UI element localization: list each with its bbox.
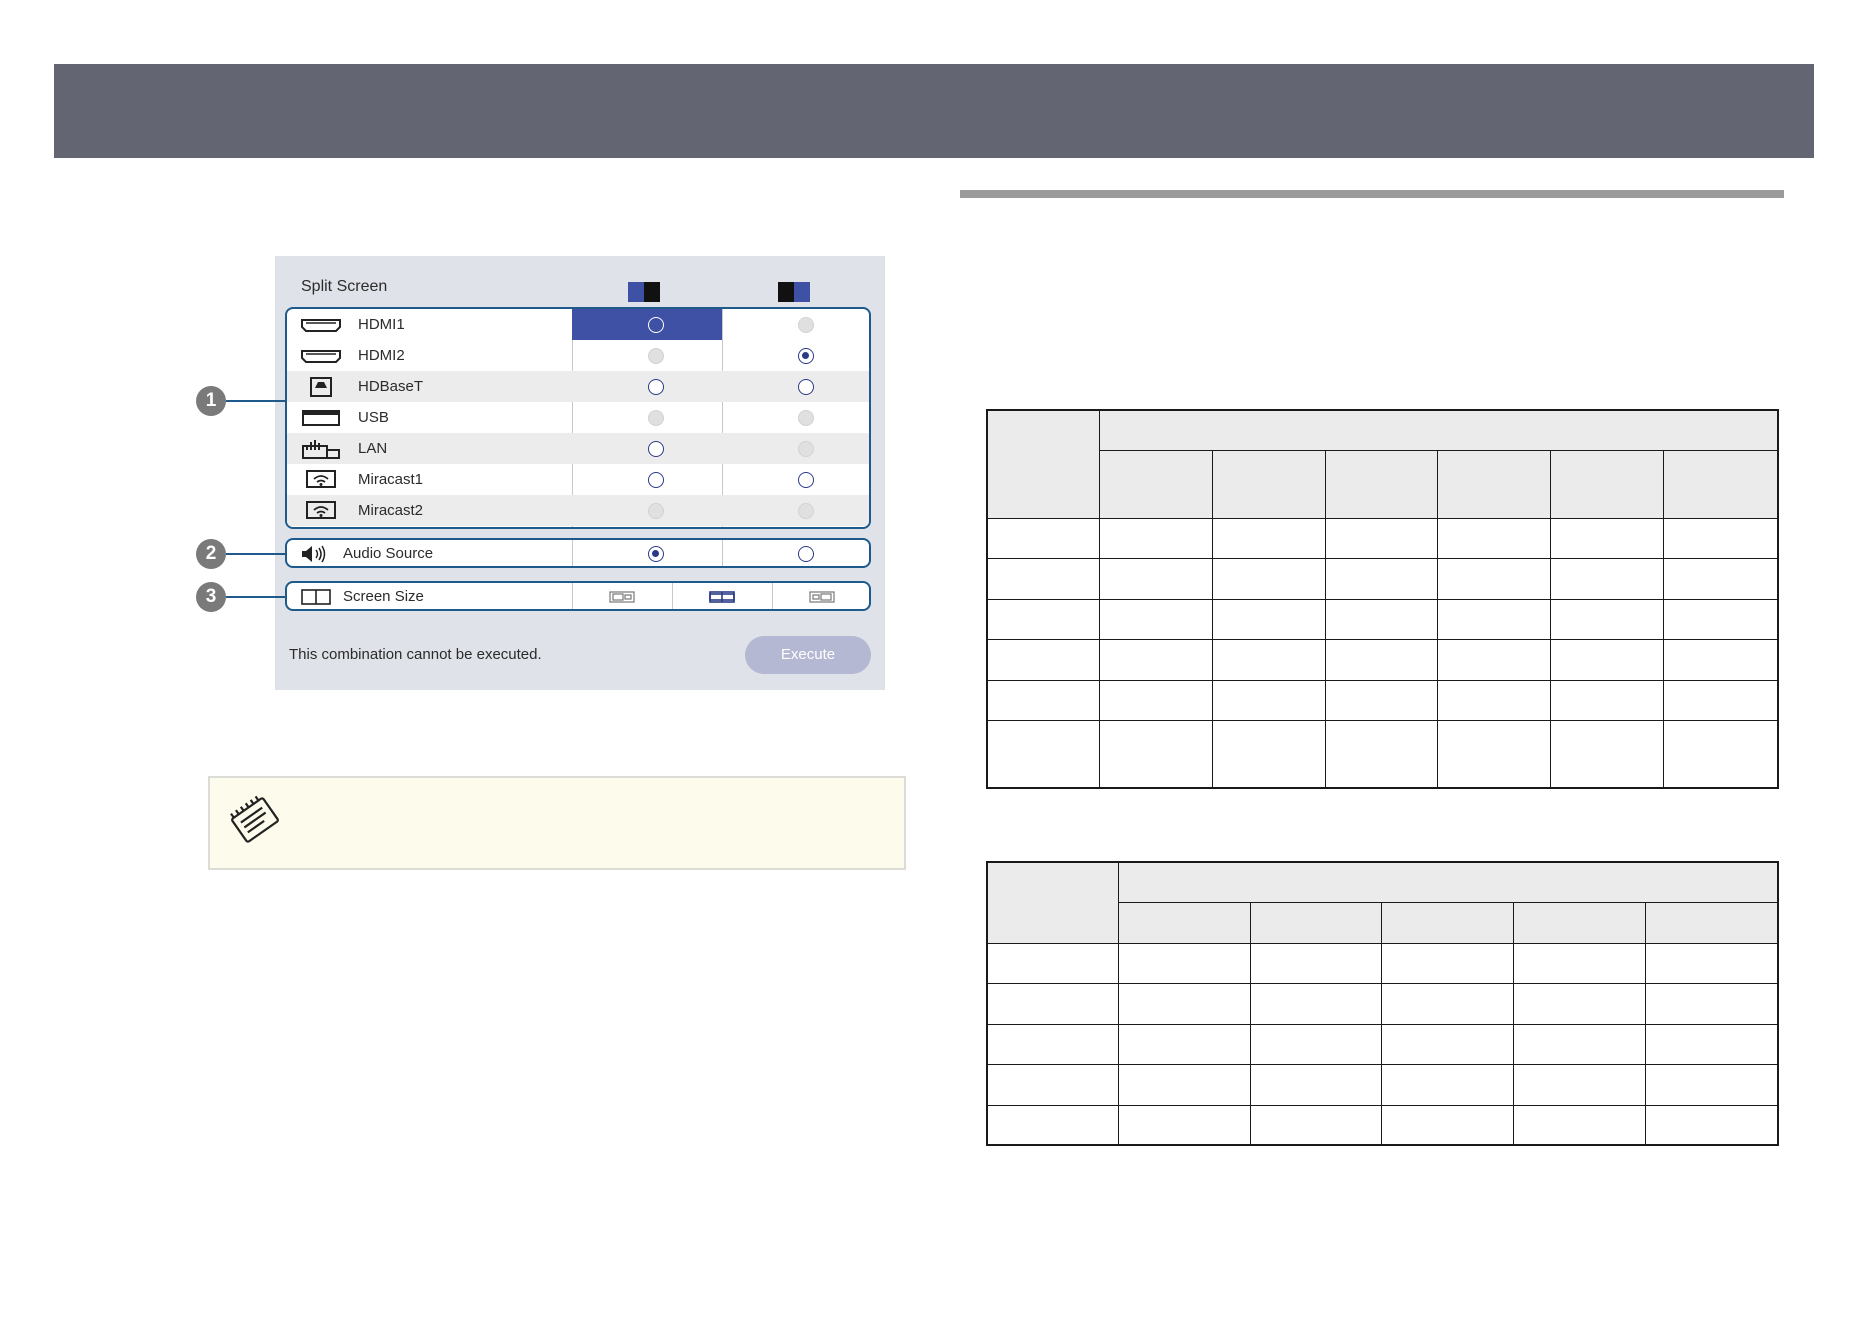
table-row [986,719,1779,789]
size-equal-icon[interactable] [709,591,735,603]
wifi-screen-icon [306,501,336,519]
audio-radio-left[interactable] [648,546,664,562]
callout-line-1 [226,400,286,402]
table-1-col-header [1662,449,1779,519]
table-row [986,1104,1779,1146]
radio-left[interactable] [648,379,664,395]
screen-size-icon [301,589,331,605]
callout-3: 3 [196,582,226,612]
hdbaset-icon [310,377,332,397]
radio-right[interactable] [798,472,814,488]
source-label: Miracast2 [358,502,424,519]
lan-icon [302,440,340,459]
execute-button[interactable]: Execute [745,636,871,674]
table-row [986,982,1779,1025]
left-screen-highlight-icon [628,282,660,302]
table-2-col-header [1644,901,1779,944]
status-message: This combination cannot be executed. [289,646,542,663]
table-2-col-header [1381,901,1515,944]
size-left-larger-icon[interactable] [609,591,635,603]
split-screen-panel: Split Screen HDMI1 HDMI2 HDBaseT USB LAN… [275,256,885,690]
radio-left[interactable] [648,503,664,519]
table-2-col-header [1118,901,1251,944]
table-2-col-header [1513,901,1646,944]
wifi-screen-icon [306,470,336,488]
source-row-hdbaset[interactable]: HDBaseT [287,371,869,402]
right-screen-highlight-icon [778,282,810,302]
table-row [986,638,1779,681]
callout-line-3 [226,596,286,598]
source-row-lan[interactable]: LAN [287,433,869,464]
source-label: Miracast1 [358,471,424,488]
callout-2: 2 [196,539,226,569]
table-1 [986,409,1779,789]
table-1-col-header [1550,449,1664,519]
source-label: HDBaseT [358,378,424,395]
callout-1: 1 [196,386,226,416]
size-right-larger-icon[interactable] [809,591,835,603]
table-1-col-header [1099,449,1213,519]
table-1-corner-header [986,409,1101,519]
screen-size-label: Screen Size [343,588,424,605]
radio-left[interactable] [648,410,664,426]
source-label: LAN [358,440,388,457]
table-row [986,679,1779,721]
source-row-miracast1[interactable]: Miracast1 [287,464,869,495]
radio-right[interactable] [798,379,814,395]
source-label: USB [358,409,389,426]
source-list: HDMI1 HDMI2 HDBaseT USB LAN Miracast1 Mi… [285,307,871,529]
table-1-group-header [1099,409,1779,451]
hdmi-icon [301,350,341,363]
source-row-miracast2[interactable]: Miracast2 [287,495,869,526]
radio-right[interactable] [798,441,814,457]
panel-title: Split Screen [301,278,388,295]
table-2-group-header [1118,861,1779,903]
audio-source-row[interactable]: Audio Source [285,538,871,568]
table-row [986,598,1779,640]
usb-display-icon [302,410,340,426]
speaker-icon [302,545,326,563]
radio-right[interactable] [798,348,814,364]
source-row-usb[interactable]: USB [287,402,869,433]
source-label: HDMI2 [358,347,405,364]
audio-radio-right[interactable] [798,546,814,562]
table-2 [986,861,1779,1146]
callout-line-2 [226,553,286,555]
table-1-col-header [1211,449,1326,519]
source-row-hdmi1[interactable]: HDMI1 [287,309,869,340]
header-band [54,64,1814,158]
selected-cell[interactable] [572,309,722,340]
radio-left[interactable] [648,472,664,488]
hdmi-icon [301,319,341,332]
table-row [986,1063,1779,1106]
table-row [986,942,1779,984]
table-row [986,517,1779,559]
radio-right[interactable] [798,410,814,426]
audio-source-label: Audio Source [343,545,434,562]
table-row [986,1023,1779,1065]
table-row [986,557,1779,600]
note-box [208,776,906,870]
radio-left[interactable] [648,441,664,457]
source-row-hdmi2[interactable]: HDMI2 [287,340,869,371]
note-pencil-icon [230,795,279,843]
table-1-col-header [1324,449,1439,519]
radio-left[interactable] [648,317,664,333]
radio-left[interactable] [648,348,664,364]
radio-right[interactable] [798,317,814,333]
section-rule [960,190,1784,198]
screen-size-row[interactable]: Screen Size [285,581,871,611]
source-label: HDMI1 [358,316,405,333]
table-1-col-header [1437,449,1552,519]
table-2-corner-header [986,861,1120,944]
table-2-col-header [1249,901,1383,944]
radio-right[interactable] [798,503,814,519]
